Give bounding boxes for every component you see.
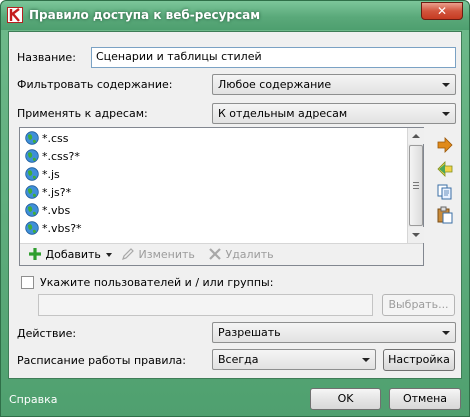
close-icon: ✕ (436, 4, 448, 18)
chevron-down-icon (106, 253, 113, 257)
window-title: Правило доступа к веб-ресурсам (29, 8, 261, 22)
list-item-label: *.css?* (42, 150, 80, 163)
list-item-label: *.js (42, 168, 60, 181)
filter-select-value: Любое содержание (218, 78, 332, 91)
schedule-label: Расписание работы правила: (17, 354, 187, 367)
scroll-thumb[interactable] (409, 145, 423, 226)
cancel-button[interactable]: Отмена (389, 388, 461, 410)
browse-button[interactable]: Выбрать... (382, 294, 455, 316)
add-button-label: Добавить (45, 248, 101, 261)
edit-icon (122, 248, 134, 260)
list-item-label: *.js?* (42, 186, 72, 199)
ok-button[interactable]: OK (310, 388, 381, 410)
app-icon (7, 7, 23, 23)
chevron-down-icon (442, 83, 450, 87)
address-list[interactable]: *.css *.css?* *.js *.js?* *.vbs *.vbs?* (19, 127, 424, 266)
add-icon (29, 248, 41, 260)
thumb-grip (413, 185, 419, 186)
copy-button[interactable] (436, 183, 454, 201)
list-item[interactable]: *.css?* (25, 149, 80, 165)
list-item[interactable]: *.vbs (25, 203, 70, 219)
list-item[interactable]: *.js (25, 167, 60, 183)
help-link[interactable]: Справка (9, 393, 57, 406)
globe-icon (25, 149, 39, 163)
dialog-window: Правило доступа к веб-ресурсам ✕ Названи… (0, 0, 470, 417)
paste-button[interactable] (436, 206, 454, 224)
edit-button[interactable]: Изменить (121, 247, 195, 262)
list-item[interactable]: *.vbs?* (25, 221, 82, 237)
list-item[interactable]: *.css (25, 131, 69, 147)
list-item-label: *.css (42, 132, 69, 145)
globe-icon (25, 185, 39, 199)
chevron-down-icon (442, 331, 450, 335)
edit-button-label: Изменить (138, 248, 195, 261)
thumb-grip (413, 182, 419, 183)
close-button[interactable]: ✕ (421, 2, 463, 20)
title-bar: Правило доступа к веб-ресурсам ✕ (1, 1, 469, 30)
scroll-down-button[interactable] (408, 227, 424, 243)
schedule-select-value: Всегда (218, 353, 259, 366)
thumb-grip (413, 188, 419, 189)
add-button[interactable]: Добавить (28, 247, 113, 262)
move-left-button[interactable] (436, 160, 454, 178)
arrow-right-icon (437, 137, 453, 153)
schedule-select[interactable]: Всегда (212, 349, 376, 370)
apply-select[interactable]: К отдельным адресам (212, 103, 456, 124)
users-field (38, 294, 373, 316)
apply-select-value: К отдельным адресам (218, 107, 348, 120)
users-checkbox[interactable] (21, 276, 34, 289)
globe-icon (25, 221, 39, 235)
schedule-settings-button[interactable]: Настройка (383, 349, 455, 371)
globe-icon (25, 131, 39, 145)
list-item-label: *.vbs (42, 204, 71, 217)
list-scrollbar[interactable] (407, 128, 424, 243)
arrow-left-icon (437, 161, 453, 177)
chevron-down-icon (362, 358, 370, 362)
apply-label: Применять к адресам: (17, 107, 148, 120)
filter-select[interactable]: Любое содержание (212, 74, 456, 95)
globe-icon (25, 167, 39, 181)
list-toolbar: Добавить Изменить Удалить (20, 243, 423, 265)
copy-icon (437, 184, 452, 200)
action-label: Действие: (17, 327, 77, 340)
move-right-button[interactable] (436, 136, 454, 154)
users-checkbox-label: Укажите пользователей и / или группы: (40, 276, 274, 289)
globe-icon (25, 203, 39, 217)
list-item-label: *.vbs?* (42, 222, 82, 235)
action-select[interactable]: Разрешать (212, 322, 456, 343)
filter-label: Фильтровать содержание: (17, 78, 173, 91)
delete-button[interactable]: Удалить (208, 247, 274, 262)
chevron-down-icon (442, 112, 450, 116)
delete-button-label: Удалить (225, 248, 274, 261)
name-input[interactable]: Сценарии и таблицы стилей (91, 47, 456, 68)
delete-icon (209, 248, 221, 260)
scroll-up-button[interactable] (408, 128, 424, 144)
paste-icon (437, 206, 453, 224)
action-select-value: Разрешать (218, 326, 281, 339)
dialog-body: Название: Сценарии и таблицы стилей Филь… (8, 31, 462, 379)
name-label: Название: (17, 51, 76, 64)
list-item[interactable]: *.js?* (25, 185, 71, 201)
